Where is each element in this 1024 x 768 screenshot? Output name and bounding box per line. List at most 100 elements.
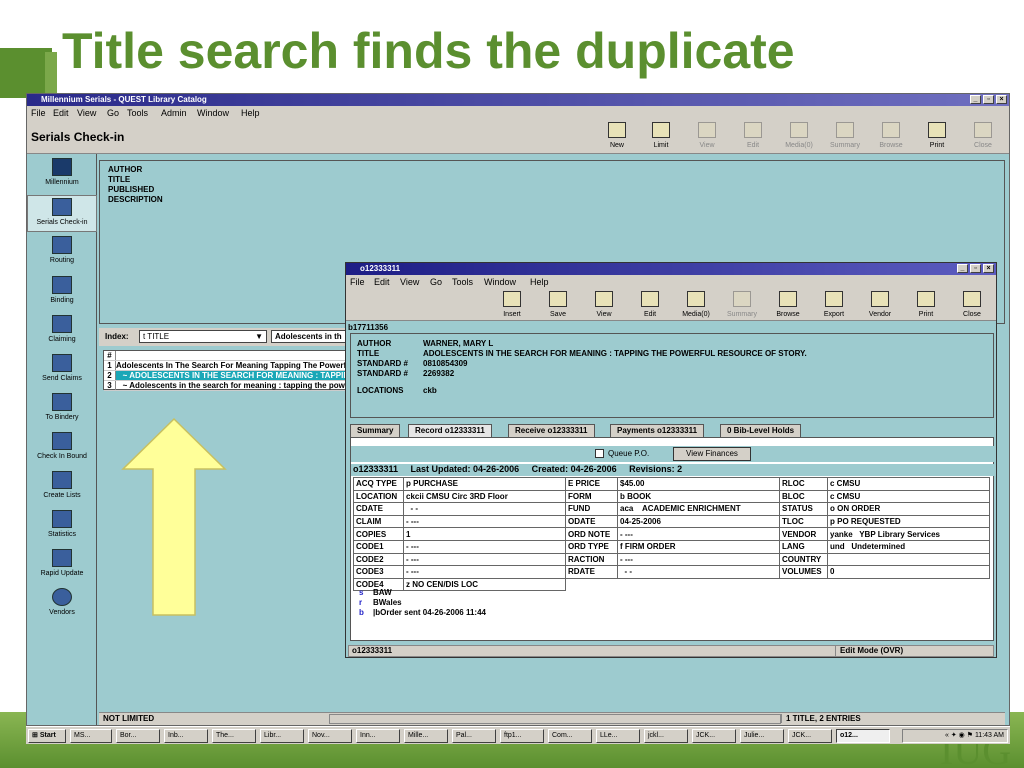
queue-po-checkbox[interactable] (595, 449, 604, 458)
search-input[interactable]: Adolescents in th (271, 330, 351, 343)
dialog-summary-button[interactable]: Summary (722, 291, 762, 318)
sidebar-item-claiming[interactable]: Claiming (27, 313, 97, 351)
menu-file[interactable]: File (31, 108, 46, 118)
taskbar-item[interactable]: JCK... (788, 729, 832, 743)
toolbar-summary-button[interactable]: Summary (825, 122, 865, 149)
field-value[interactable]: p PO REQUESTED (827, 514, 990, 529)
dialog-menu-view[interactable]: View (400, 277, 419, 287)
field-value[interactable]: 0 (827, 565, 990, 579)
dialog-close-button[interactable]: × (983, 264, 994, 273)
field-value[interactable]: c CMSU (827, 489, 990, 504)
menu-edit[interactable]: Edit (53, 108, 69, 118)
index-select[interactable]: t TITLE ▼ (139, 330, 267, 343)
sidebar-item-rapid-update[interactable]: Rapid Update (27, 547, 97, 585)
taskbar-item[interactable]: LLe... (596, 729, 640, 743)
taskbar-item[interactable]: ftp1... (500, 729, 544, 743)
field-value[interactable]: - --- (403, 514, 566, 529)
dialog-menu-file[interactable]: File (350, 277, 365, 287)
dialog-menu-go[interactable]: Go (430, 277, 442, 287)
dialog-browse-button[interactable]: Browse (768, 291, 808, 318)
toolbar-browse-button[interactable]: Browse (871, 122, 911, 149)
tab-record[interactable]: Record o12333311 (408, 424, 492, 437)
field-value[interactable]: b BOOK (617, 489, 780, 504)
sidebar-item-routing[interactable]: Routing (27, 234, 97, 272)
sidebar-item-vendors[interactable]: Vendors (27, 586, 97, 624)
field-value[interactable]: $45.00 (617, 477, 780, 491)
field-value[interactable]: - - (403, 502, 566, 516)
dialog-edit-button[interactable]: Edit (630, 291, 670, 318)
field-value[interactable]: f FIRM ORDER (617, 539, 780, 554)
tray-expand-icon[interactable]: « (945, 732, 949, 739)
field-value[interactable]: 1 (403, 527, 566, 541)
menu-go[interactable]: Go (107, 108, 119, 118)
menu-tools[interactable]: Tools (127, 108, 148, 118)
dialog-view-button[interactable]: View (584, 291, 624, 318)
field-value[interactable]: - --- (403, 539, 566, 554)
field-value[interactable]: - --- (403, 552, 566, 567)
sidebar-item-create-lists[interactable]: Create Lists (27, 469, 97, 507)
menu-view[interactable]: View (77, 108, 96, 118)
dialog-maximize-button[interactable]: ▫ (970, 264, 981, 273)
sidebar-item-millennium[interactable]: Millennium (27, 156, 97, 194)
tab-receive[interactable]: Receive o12333311 (508, 424, 595, 437)
taskbar-item[interactable]: Julie... (740, 729, 784, 743)
close-window-button[interactable]: × (996, 95, 1007, 104)
list-item[interactable]: 1 Adolescents In The Search For Meaning T… (104, 361, 348, 371)
field-value[interactable]: - --- (617, 527, 780, 541)
minimize-button[interactable]: _ (970, 95, 981, 104)
dialog-export-button[interactable]: Export (814, 291, 854, 318)
taskbar-item[interactable]: Libr... (260, 729, 304, 743)
taskbar-item[interactable]: Pal... (452, 729, 496, 743)
menu-window[interactable]: Window (197, 108, 229, 118)
start-button[interactable]: ⊞ Start (28, 729, 66, 743)
taskbar-item-active[interactable]: o12... (836, 729, 890, 743)
field-value[interactable]: yanke YBP Library Services (827, 527, 990, 541)
field-value[interactable]: 04-25-2006 (617, 514, 780, 529)
dialog-save-button[interactable]: Save (538, 291, 578, 318)
taskbar-item[interactable]: Inb... (164, 729, 208, 743)
toolbar-print-button[interactable]: Print (917, 122, 957, 149)
sidebar-item-to-bindery[interactable]: To Bindery (27, 391, 97, 429)
taskbar-item[interactable]: jckl... (644, 729, 688, 743)
sidebar-item-statistics[interactable]: Statistics (27, 508, 97, 546)
tab-summary[interactable]: Summary (350, 424, 401, 437)
taskbar-item[interactable]: Inn... (356, 729, 400, 743)
dialog-menu-window[interactable]: Window (484, 277, 516, 287)
dialog-print-button[interactable]: Print (906, 291, 946, 318)
menu-admin[interactable]: Admin (161, 108, 187, 118)
dialog-vendor-button[interactable]: Vendor (860, 291, 900, 318)
view-finances-button[interactable]: View Finances (673, 447, 751, 461)
dialog-menu-help[interactable]: Help (530, 277, 549, 287)
sidebar-item-send-claims[interactable]: Send Claims (27, 352, 97, 390)
taskbar-item[interactable]: Com... (548, 729, 592, 743)
field-value[interactable]: c CMSU (827, 477, 990, 491)
taskbar-item[interactable]: Nov... (308, 729, 352, 743)
dialog-minimize-button[interactable]: _ (957, 264, 968, 273)
maximize-button[interactable]: ▫ (983, 95, 994, 104)
dialog-close-toolbar-button[interactable]: Close (952, 291, 992, 318)
taskbar-item[interactable]: MS... (70, 729, 112, 743)
taskbar-item[interactable]: Bor... (116, 729, 160, 743)
sidebar-item-serials-check-in[interactable]: Serials Check-in (27, 195, 97, 232)
toolbar-view-button[interactable]: View (687, 122, 727, 149)
toolbar-limit-button[interactable]: Limit (641, 122, 681, 149)
toolbar-new-button[interactable]: New (597, 122, 637, 149)
field-value[interactable]: p PURCHASE (403, 477, 566, 491)
field-value[interactable]: und Undetermined (827, 539, 990, 554)
sidebar-item-binding[interactable]: Binding (27, 274, 97, 312)
field-value[interactable]: - --- (617, 552, 780, 567)
taskbar-item[interactable]: Mille... (404, 729, 448, 743)
field-value[interactable]: ckcii CMSU Circ 3RD Floor (403, 489, 566, 504)
field-value[interactable] (827, 552, 990, 567)
dialog-insert-button[interactable]: Insert (492, 291, 532, 318)
taskbar-item[interactable]: JCK... (692, 729, 736, 743)
toolbar-media-button[interactable]: Media(0) (779, 122, 819, 149)
toolbar-close-button[interactable]: Close (963, 122, 1003, 149)
dialog-menu-tools[interactable]: Tools (452, 277, 473, 287)
field-value[interactable]: aca ACADEMIC ENRICHMENT (617, 502, 780, 516)
toolbar-edit-button[interactable]: Edit (733, 122, 773, 149)
field-value[interactable]: o ON ORDER (827, 502, 990, 516)
list-item-selected[interactable]: 2 ~ ADOLESCENTS IN THE SEARCH FOR MEANIN… (104, 371, 348, 381)
dialog-menu-edit[interactable]: Edit (374, 277, 390, 287)
dialog-media-button[interactable]: Media(0) (676, 291, 716, 318)
